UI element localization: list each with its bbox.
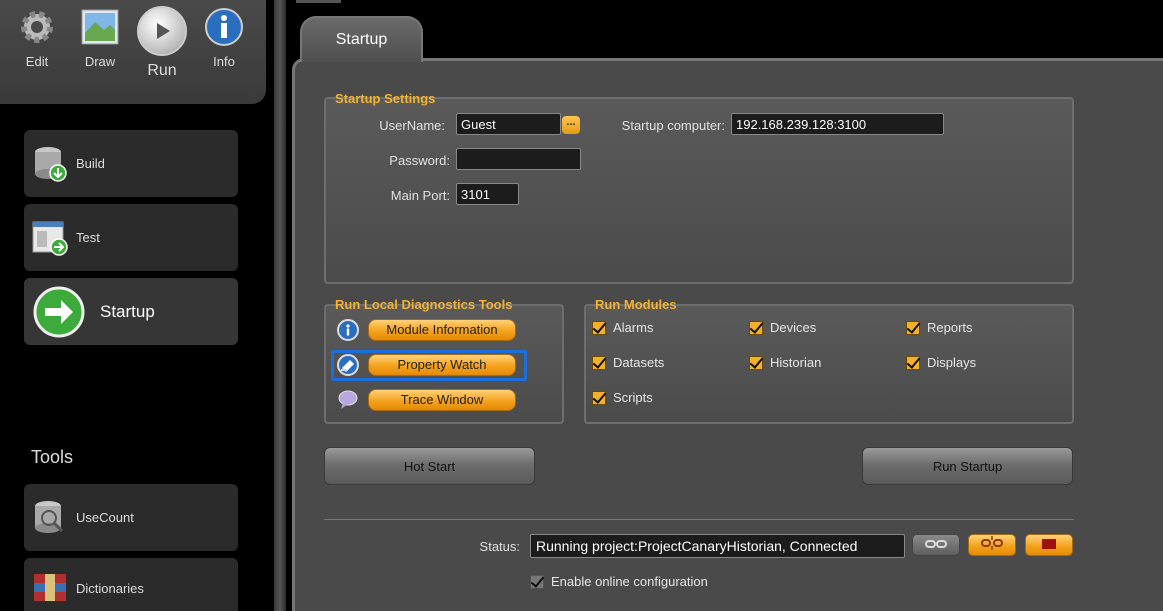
mode-draw-label: Draw: [84, 54, 116, 69]
password-label: Password:: [389, 153, 450, 168]
nav-dictionaries[interactable]: Dictionaries: [24, 558, 238, 611]
test-window-icon: [30, 218, 70, 258]
nav-usecount-label: UseCount: [76, 510, 134, 525]
module-reports-checkbox[interactable]: Reports: [906, 320, 973, 335]
startup-settings-title: Startup Settings: [335, 91, 436, 106]
play-icon: [137, 6, 187, 56]
connect-button[interactable]: [912, 534, 960, 556]
books-icon: [30, 568, 70, 608]
mode-edit-label: Edit: [25, 54, 49, 69]
mode-bar: Edit Draw Run Info: [0, 0, 266, 104]
online-configuration-checkbox[interactable]: Enable online configuration: [530, 574, 708, 589]
checkbox-box: [906, 355, 920, 370]
trace-window-button[interactable]: Trace Window: [368, 389, 516, 411]
nav-build[interactable]: Build: [24, 130, 238, 197]
module-historian-checkbox[interactable]: Historian: [749, 355, 821, 370]
nav-usecount[interactable]: UseCount: [24, 484, 238, 551]
username-browse-button[interactable]: ...: [562, 116, 580, 134]
checkbox-box: [592, 390, 606, 405]
module-historian-label: Historian: [770, 355, 822, 370]
mode-info-label: Info: [213, 54, 235, 69]
database-download-icon: [30, 144, 70, 184]
module-devices-label: Devices: [770, 320, 817, 335]
checkbox-box: [749, 355, 763, 370]
module-displays-label: Displays: [927, 355, 977, 370]
status-divider: [324, 519, 1074, 520]
stop-icon: [1042, 536, 1056, 554]
mode-info[interactable]: Info: [194, 6, 254, 69]
main-port-field[interactable]: 3101: [456, 183, 519, 205]
nav-build-label: Build: [76, 156, 105, 171]
disconnect-button[interactable]: [968, 534, 1016, 556]
mode-run-label: Run: [147, 62, 177, 79]
username-label: UserName:: [379, 118, 445, 133]
speech-bubble-icon: [337, 389, 359, 411]
gear-icon: [16, 6, 58, 48]
status-label: Status:: [479, 539, 520, 554]
mode-edit[interactable]: Edit: [7, 6, 67, 69]
picture-icon: [79, 6, 121, 48]
stop-button[interactable]: [1025, 534, 1073, 556]
hot-start-button[interactable]: Hot Start: [324, 447, 535, 485]
main-port-label: Main Port:: [390, 188, 450, 203]
tab-startup[interactable]: Startup: [300, 16, 423, 62]
sidebar-splitter[interactable]: [274, 0, 286, 611]
mode-draw[interactable]: Draw: [70, 6, 130, 69]
module-scripts-checkbox[interactable]: Scripts: [592, 390, 653, 405]
nav-test-label: Test: [76, 230, 100, 245]
nav-dictionaries-label: Dictionaries: [76, 580, 144, 596]
property-watch-button[interactable]: Property Watch: [368, 354, 516, 376]
module-alarms-label: Alarms: [613, 320, 654, 335]
module-reports-label: Reports: [927, 320, 973, 335]
broken-link-icon: [981, 535, 1003, 555]
property-watch-icon: [337, 354, 359, 376]
arrow-right-icon: [32, 285, 86, 339]
info-icon: [203, 6, 245, 48]
nav-startup-label: Startup: [100, 301, 155, 321]
checkbox-box: [530, 574, 544, 589]
module-devices-checkbox[interactable]: Devices: [749, 320, 816, 335]
module-information-button[interactable]: Module Information: [368, 319, 516, 341]
app-window: Edit Draw Run Info Build Test Startup To…: [0, 0, 1163, 611]
module-scripts-label: Scripts: [613, 390, 653, 405]
startup-computer-field[interactable]: 192.168.239.128:3100: [731, 113, 944, 135]
online-configuration-label: Enable online configuration: [551, 574, 708, 589]
tools-header: Tools: [31, 447, 74, 467]
status-field: Running project:ProjectCanaryHistorian, …: [530, 534, 905, 558]
diagnostics-title: Run Local Diagnostics Tools: [335, 297, 513, 312]
startup-computer-label: Startup computer:: [621, 118, 725, 133]
nav-test[interactable]: Test: [24, 204, 238, 271]
mode-run[interactable]: Run: [132, 6, 192, 80]
top-decoration: [296, 0, 341, 3]
run-modules-title: Run Modules: [595, 297, 677, 312]
link-icon: [925, 536, 947, 554]
username-field[interactable]: Guest: [456, 113, 561, 135]
checkbox-box: [749, 320, 763, 335]
info-icon: [337, 319, 359, 341]
run-startup-button[interactable]: Run Startup: [862, 447, 1073, 485]
module-datasets-label: Datasets: [613, 355, 665, 370]
password-field[interactable]: [456, 148, 581, 170]
nav-startup[interactable]: Startup: [24, 278, 238, 345]
module-alarms-checkbox[interactable]: Alarms: [592, 320, 653, 335]
checkbox-box: [906, 320, 920, 335]
checkbox-box: [592, 355, 606, 370]
checkbox-box: [592, 320, 606, 335]
module-datasets-checkbox[interactable]: Datasets: [592, 355, 664, 370]
module-displays-checkbox[interactable]: Displays: [906, 355, 976, 370]
database-search-icon: [30, 498, 70, 538]
